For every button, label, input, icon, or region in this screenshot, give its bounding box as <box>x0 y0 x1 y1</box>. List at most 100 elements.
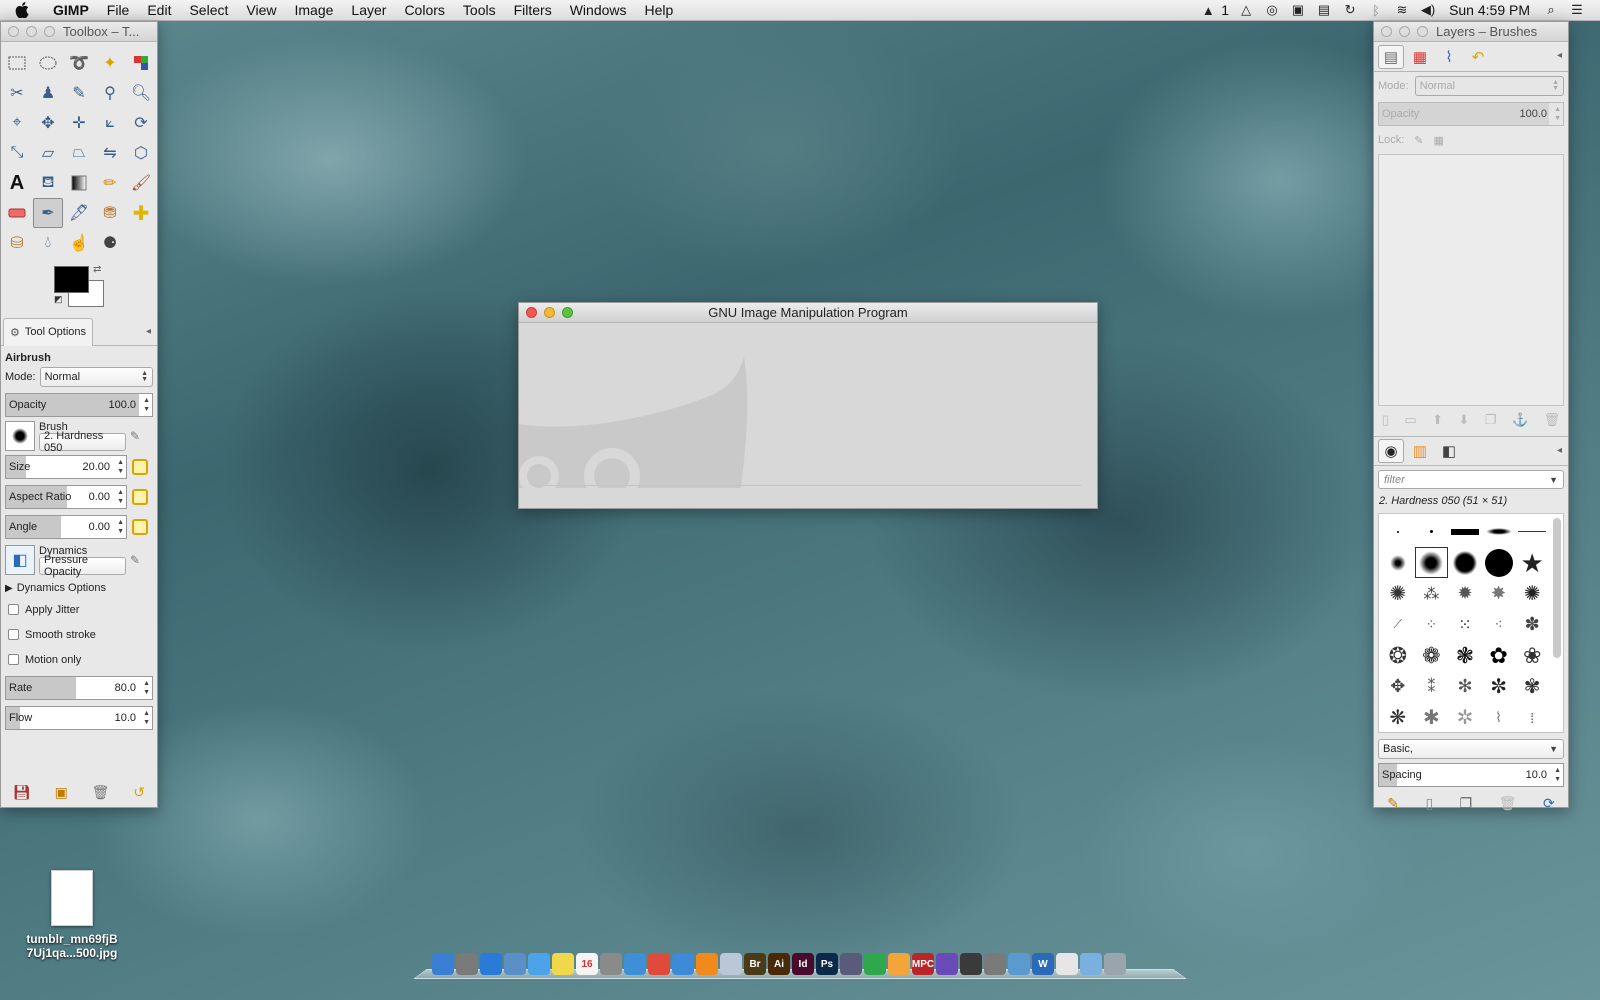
brush-item[interactable] <box>1448 516 1482 547</box>
delete-brush-icon[interactable]: 🗑︎ <box>1499 795 1517 812</box>
cage-transform-tool-icon[interactable]: ⬡ <box>126 138 156 168</box>
vpn-dock-icon[interactable] <box>936 953 958 975</box>
swap-colors-icon[interactable]: ⇄ <box>93 264 101 275</box>
align-tool-icon[interactable]: ✛ <box>64 108 94 138</box>
delete-layer-icon[interactable]: 🗑︎ <box>1544 412 1561 428</box>
perspective-clone-tool-icon[interactable]: ⛁ <box>2 228 32 258</box>
brush-item[interactable]: ✾ <box>1515 671 1549 702</box>
zoom-window-button[interactable] <box>562 307 573 318</box>
dock-title-bar[interactable]: Layers – Brushes <box>1374 22 1568 42</box>
photoshop-dock-icon[interactable]: Ps <box>816 953 838 975</box>
paths-tool-icon[interactable]: ✎ <box>64 78 94 108</box>
vlc-dock-icon[interactable] <box>696 953 718 975</box>
anchor-layer-icon[interactable]: ⚓ <box>1512 412 1528 428</box>
brush-tag-field[interactable]: Basic, ▼ <box>1378 739 1564 759</box>
flip-tool-icon[interactable]: ⇋ <box>95 138 125 168</box>
edit-brush-icon[interactable]: ✎ <box>130 429 140 443</box>
select-by-color-tool-icon[interactable] <box>126 48 156 78</box>
calendar-dock-icon[interactable]: 16 <box>576 953 598 975</box>
adobe-status-icon[interactable]: ▲ <box>1195 3 1221 18</box>
tab-menu-icon[interactable]: ◂ <box>1557 445 1562 456</box>
lock-pixels-icon[interactable]: ✎ <box>1414 134 1423 147</box>
edit-dynamics-icon[interactable]: ✎ <box>130 553 140 567</box>
motion-only-checkbox[interactable] <box>8 654 19 665</box>
folder-dock-icon[interactable] <box>1080 953 1102 975</box>
duplicate-brush-icon[interactable]: ❐ <box>1460 795 1473 812</box>
menu-layer[interactable]: Layer <box>342 2 395 18</box>
bluetooth-icon[interactable]: ᛒ <box>1363 3 1389 18</box>
layer-mode-select[interactable]: Normal ▲ ▼ <box>1414 76 1564 96</box>
spotify-dock-icon[interactable] <box>864 953 886 975</box>
brush-item[interactable]: ⁙ <box>1448 609 1482 640</box>
pages-dock-icon[interactable] <box>888 953 910 975</box>
dynamics-field[interactable]: Pressure Opacity <box>39 554 126 578</box>
brush-item[interactable]: ✸ <box>1482 578 1516 609</box>
brush-item[interactable]: ✽ <box>1515 609 1549 640</box>
brush-spacing-spinner[interactable]: Spacing 10.0 ▲ ▼ <box>1378 763 1564 787</box>
apply-jitter-checkbox[interactable] <box>8 604 19 615</box>
reset-size-icon[interactable] <box>132 459 148 475</box>
spinner-arrows-icon[interactable]: ▲ ▼ <box>1554 105 1561 123</box>
delete-options-icon[interactable]: 🗑︎ <box>92 784 110 801</box>
chevron-down-icon[interactable]: ▼ <box>1549 744 1558 754</box>
reset-colors-icon[interactable]: ◩ <box>54 294 63 305</box>
spinner-arrows-icon[interactable]: ▲ ▼ <box>143 679 150 697</box>
close-window-button[interactable] <box>1381 26 1392 37</box>
wifi-icon[interactable]: ≋ <box>1389 2 1415 18</box>
lower-layer-icon[interactable]: ⬇ <box>1459 412 1470 428</box>
brush-item[interactable] <box>1482 547 1516 578</box>
menu-colors[interactable]: Colors <box>395 2 453 18</box>
spinner-arrows-icon[interactable]: ▲ ▼ <box>117 458 124 476</box>
brush-item[interactable]: ⁘ <box>1415 609 1449 640</box>
minimize-window-button[interactable] <box>26 26 37 37</box>
fuzzy-select-tool-icon[interactable]: ✦ <box>95 48 125 78</box>
color-picker-tool-icon[interactable]: ⚲ <box>95 78 125 108</box>
mail-dock-icon[interactable] <box>720 953 742 975</box>
brush-item[interactable]: ✱ <box>1415 702 1449 733</box>
ellipse-select-tool-icon[interactable] <box>33 48 63 78</box>
brush-item[interactable]: ✥ <box>1381 671 1415 702</box>
blend-tool-icon[interactable] <box>64 168 94 198</box>
brush-item[interactable]: ❂ <box>1381 640 1415 671</box>
preview-dock-icon[interactable] <box>504 953 526 975</box>
brush-grid-scrollbar[interactable] <box>1553 518 1561 658</box>
layers-list[interactable] <box>1378 154 1564 406</box>
minimize-window-button[interactable] <box>1399 26 1410 37</box>
smooth-stroke-checkbox[interactable] <box>8 629 19 640</box>
airbrush-tool-icon[interactable]: ✒ <box>33 198 63 228</box>
brush-item[interactable]: ✲ <box>1448 702 1482 733</box>
chevron-down-icon[interactable]: ▼ <box>1549 475 1558 485</box>
menu-image[interactable]: Image <box>285 2 342 18</box>
flow-spinner[interactable]: Flow 10.0 ▲ ▼ <box>5 706 153 730</box>
close-window-button[interactable] <box>526 307 537 318</box>
trash-dock-icon[interactable] <box>1104 953 1126 975</box>
apple-menu-icon[interactable] <box>0 2 44 18</box>
sync-icon[interactable]: ◎ <box>1259 2 1285 18</box>
smooth-stroke-option[interactable]: Smooth stroke <box>1 622 157 647</box>
menu-file[interactable]: File <box>98 2 139 18</box>
text-tool-icon[interactable]: A <box>2 168 32 198</box>
scale-tool-icon[interactable]: ⤡ <box>2 138 32 168</box>
network-dock-icon[interactable] <box>1008 953 1030 975</box>
chrome-dock-icon[interactable] <box>648 953 670 975</box>
app-menu-gimp[interactable]: GIMP <box>44 2 98 18</box>
pencil-tool-icon[interactable]: ✏ <box>95 168 125 198</box>
eraser-tool-icon[interactable] <box>2 198 32 228</box>
brush-item[interactable] <box>1482 516 1516 547</box>
duplicate-layer-icon[interactable]: ❐ <box>1485 412 1497 428</box>
new-brush-icon[interactable]: ▯ <box>1425 795 1433 812</box>
tab-layers[interactable]: ▤ <box>1378 44 1404 69</box>
brush-preview[interactable] <box>5 421 35 451</box>
clone-tool-icon[interactable]: ⛃ <box>95 198 125 228</box>
brush-item[interactable]: ★ <box>1515 547 1549 578</box>
screen-icon[interactable]: ▤ <box>1311 2 1337 18</box>
ink-tool-icon[interactable]: 🖋︎ <box>64 198 94 228</box>
illustrator-dock-icon[interactable]: Ai <box>768 953 790 975</box>
brush-item[interactable] <box>1515 516 1549 547</box>
new-layer-icon[interactable]: ▯ <box>1382 412 1389 428</box>
tab-gradients[interactable]: ◧ <box>1436 439 1462 463</box>
finalcut-dock-icon[interactable] <box>840 953 862 975</box>
opacity-spinner[interactable]: Opacity 100.0 ▲ ▼ <box>5 393 153 417</box>
messages-dock-icon[interactable] <box>528 953 550 975</box>
brush-item[interactable]: ⁖ <box>1482 609 1516 640</box>
